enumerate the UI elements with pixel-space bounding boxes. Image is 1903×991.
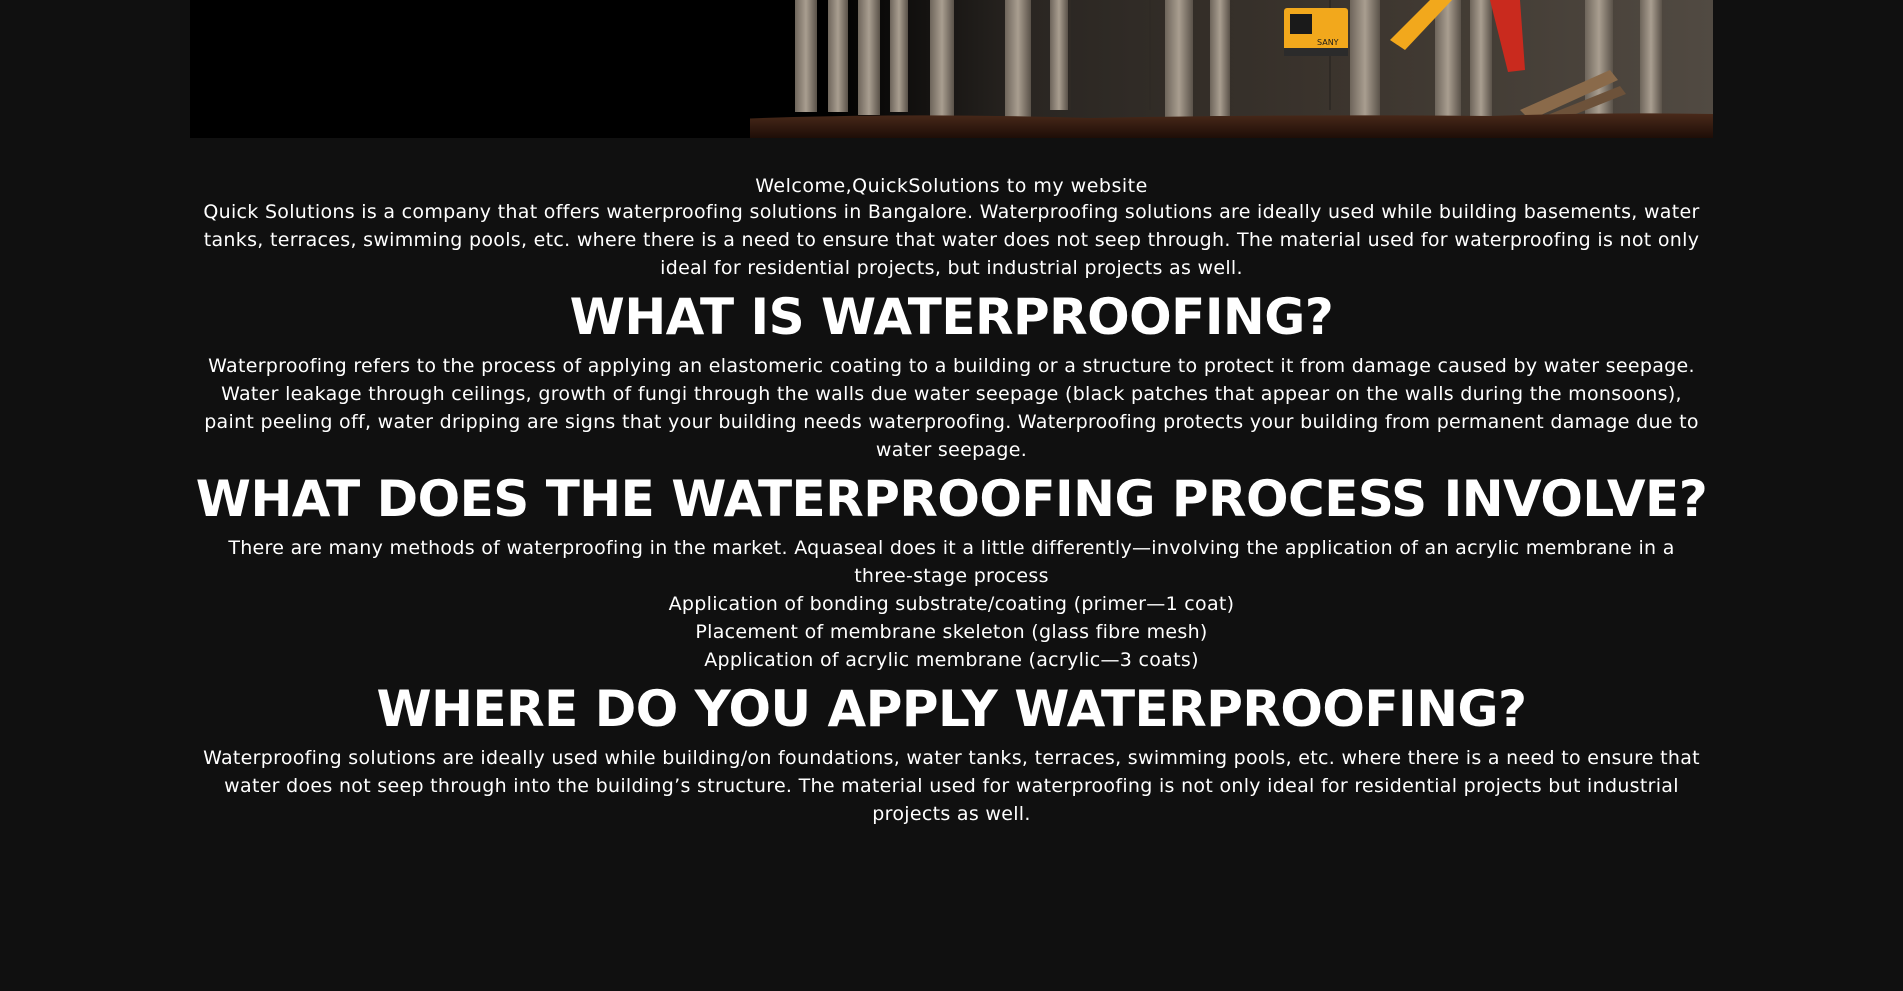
heading-where-apply: WHERE DO YOU APPLY WATERPROOFING?: [376, 680, 1527, 738]
main-content: Welcome,QuickSolutions to my website Qui…: [190, 138, 1713, 828]
process-step-1: Application of bonding substrate/coating…: [668, 593, 1235, 615]
process-paragraph: There are many methods of waterproofing …: [197, 534, 1707, 674]
what-is-waterproofing-paragraph: Waterproofing refers to the process of a…: [204, 355, 1699, 461]
intro-paragraph: Quick Solutions is a company that offers…: [203, 201, 1700, 279]
construction-site-image: SANY: [190, 0, 1713, 138]
process-step-2: Placement of membrane skeleton (glass fi…: [695, 621, 1208, 643]
hero-image: SANY: [190, 0, 1713, 138]
where-apply-paragraph: Waterproofing solutions are ideally used…: [203, 747, 1700, 825]
process-step-3: Application of acrylic membrane (acrylic…: [704, 649, 1199, 671]
page: SANY Welcome,QuickSolutions to my websit…: [0, 0, 1903, 991]
excavator-label: SANY: [1317, 38, 1339, 47]
process-intro-text: There are many methods of waterproofing …: [228, 537, 1675, 587]
heading-process: WHAT DOES THE WATERPROOFING PROCESS INVO…: [195, 470, 1708, 528]
welcome-text: Welcome,QuickSolutions to my website: [755, 175, 1148, 197]
heading-what-is-waterproofing: WHAT IS WATERPROOFING?: [569, 288, 1334, 346]
